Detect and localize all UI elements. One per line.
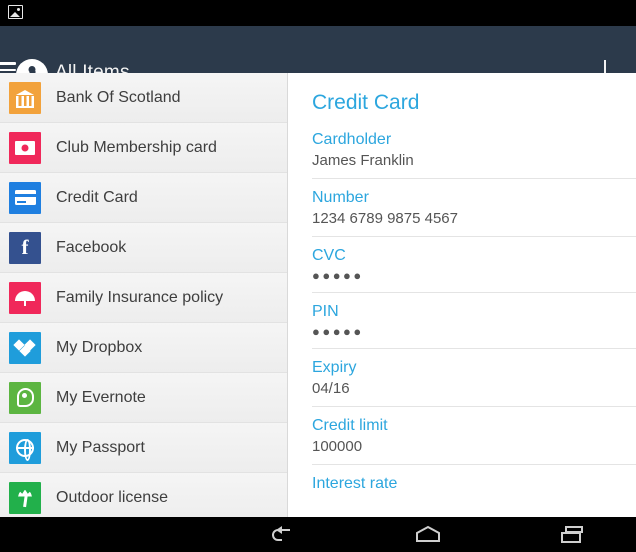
detail-title: Credit Card xyxy=(312,91,420,114)
list-item-facebook[interactable]: f Facebook xyxy=(0,223,287,273)
facebook-icon: f xyxy=(9,231,41,264)
palm-tree-icon xyxy=(9,481,41,514)
field-value: 1234 6789 9875 4567 xyxy=(312,210,458,227)
items-list[interactable]: Bank Of Scotland Club Membership card Cr… xyxy=(0,73,288,517)
detail-field-credit-limit[interactable]: Credit limit 100000 xyxy=(312,407,636,465)
list-item-label: My Dropbox xyxy=(56,338,143,356)
field-label: CVC xyxy=(312,247,346,264)
detail-field-number[interactable]: Number 1234 6789 9875 4567 xyxy=(312,179,636,237)
list-item-my-passport[interactable]: My Passport xyxy=(0,423,287,473)
field-value: 04/16 xyxy=(312,380,350,397)
list-item-my-evernote[interactable]: My Evernote xyxy=(0,373,287,423)
dropbox-icon xyxy=(9,331,41,364)
field-value: 100000 xyxy=(312,438,363,455)
list-item-label: Facebook xyxy=(56,238,127,256)
device-screen: All Items Bank Of Scotland Club Membersh… xyxy=(0,0,636,552)
home-icon[interactable] xyxy=(405,523,451,547)
globe-icon xyxy=(9,431,41,464)
status-bar xyxy=(0,0,636,26)
image-icon xyxy=(8,5,23,19)
field-value-masked: ●●●●● xyxy=(312,268,364,283)
field-value: James Franklin xyxy=(312,152,414,169)
field-label: PIN xyxy=(312,303,339,320)
list-item-label: Club Membership card xyxy=(56,138,217,156)
field-label: Number xyxy=(312,189,369,206)
list-item-club-membership-card[interactable]: Club Membership card xyxy=(0,123,287,173)
evernote-icon xyxy=(9,381,41,414)
detail-field-pin[interactable]: PIN ●●●●● xyxy=(312,293,636,349)
list-item-label: My Evernote xyxy=(56,388,146,406)
back-arrow-icon[interactable] xyxy=(260,523,306,547)
detail-field-expiry[interactable]: Expiry 04/16 xyxy=(312,349,636,407)
list-item-credit-card[interactable]: Credit Card xyxy=(0,173,287,223)
detail-field-interest-rate[interactable]: Interest rate xyxy=(312,465,636,505)
android-navigation-bar xyxy=(0,517,636,552)
credit-card-icon xyxy=(9,181,41,214)
field-label: Expiry xyxy=(312,359,357,376)
list-item-label: Family Insurance policy xyxy=(56,288,224,306)
item-detail-panel: Credit Card Cardholder James Franklin Nu… xyxy=(288,73,636,517)
field-label: Cardholder xyxy=(312,131,392,148)
bank-icon xyxy=(9,81,41,114)
list-item-family-insurance-policy[interactable]: Family Insurance policy xyxy=(0,273,287,323)
field-value-masked: ●●●●● xyxy=(312,324,364,339)
list-item-label: Outdoor license xyxy=(56,488,169,506)
list-item-label: My Passport xyxy=(56,438,145,456)
recent-apps-icon[interactable] xyxy=(550,523,596,547)
content-area: Bank Of Scotland Club Membership card Cr… xyxy=(0,73,636,517)
list-item-label: Credit Card xyxy=(56,188,138,206)
list-item-outdoor-license[interactable]: Outdoor license xyxy=(0,473,287,517)
list-item-bank-of-scotland[interactable]: Bank Of Scotland xyxy=(0,73,287,123)
detail-field-cardholder[interactable]: Cardholder James Franklin xyxy=(312,121,636,179)
app-bar: All Items xyxy=(0,26,636,91)
field-label: Credit limit xyxy=(312,417,388,434)
membership-card-icon xyxy=(9,131,41,164)
umbrella-icon xyxy=(9,281,41,314)
field-label: Interest rate xyxy=(312,475,398,492)
detail-field-cvc[interactable]: CVC ●●●●● xyxy=(312,237,636,293)
list-item-label: Bank Of Scotland xyxy=(56,88,181,106)
list-item-my-dropbox[interactable]: My Dropbox xyxy=(0,323,287,373)
